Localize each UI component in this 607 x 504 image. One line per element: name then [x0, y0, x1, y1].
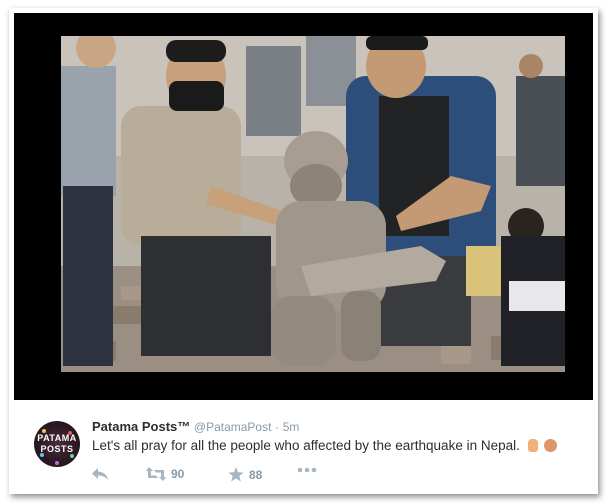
avatar[interactable]: PATAMA POSTS	[34, 421, 80, 467]
reply-button[interactable]	[92, 467, 108, 481]
timestamp[interactable]: 5m	[283, 420, 300, 434]
favorite-button[interactable]: 88	[228, 467, 262, 482]
retweet-count: 90	[171, 467, 185, 481]
tweet-text-row: Let's all pray for all the people who af…	[92, 438, 558, 453]
favorite-count: 88	[249, 467, 263, 482]
user-handle[interactable]: @PatamaPost	[194, 420, 272, 434]
avatar-text-line-2: POSTS	[40, 444, 74, 454]
tweet-header: Patama Posts™ @PatamaPost · 5m	[92, 419, 299, 434]
pointing-hand-icon	[527, 439, 538, 452]
tweet-text: Let's all pray for all the people who af…	[92, 438, 520, 453]
tweet-body: PATAMA POSTS Patama Posts™ @PatamaPost ·…	[14, 403, 593, 489]
clapping-hands-icon	[544, 439, 558, 452]
tweet-photo[interactable]	[61, 36, 565, 372]
display-name[interactable]: Patama Posts™	[92, 419, 190, 434]
more-icon	[297, 467, 317, 473]
reply-icon	[92, 468, 108, 480]
favorite-icon	[228, 467, 244, 482]
retweet-icon	[146, 467, 166, 481]
meta-separator: ·	[275, 420, 280, 434]
tweet-card: PATAMA POSTS Patama Posts™ @PatamaPost ·…	[9, 8, 598, 494]
more-button[interactable]	[297, 467, 317, 473]
retweet-button[interactable]: 90	[146, 467, 184, 481]
avatar-text-line-1: PATAMA	[37, 433, 77, 443]
media-frame[interactable]	[14, 13, 593, 400]
